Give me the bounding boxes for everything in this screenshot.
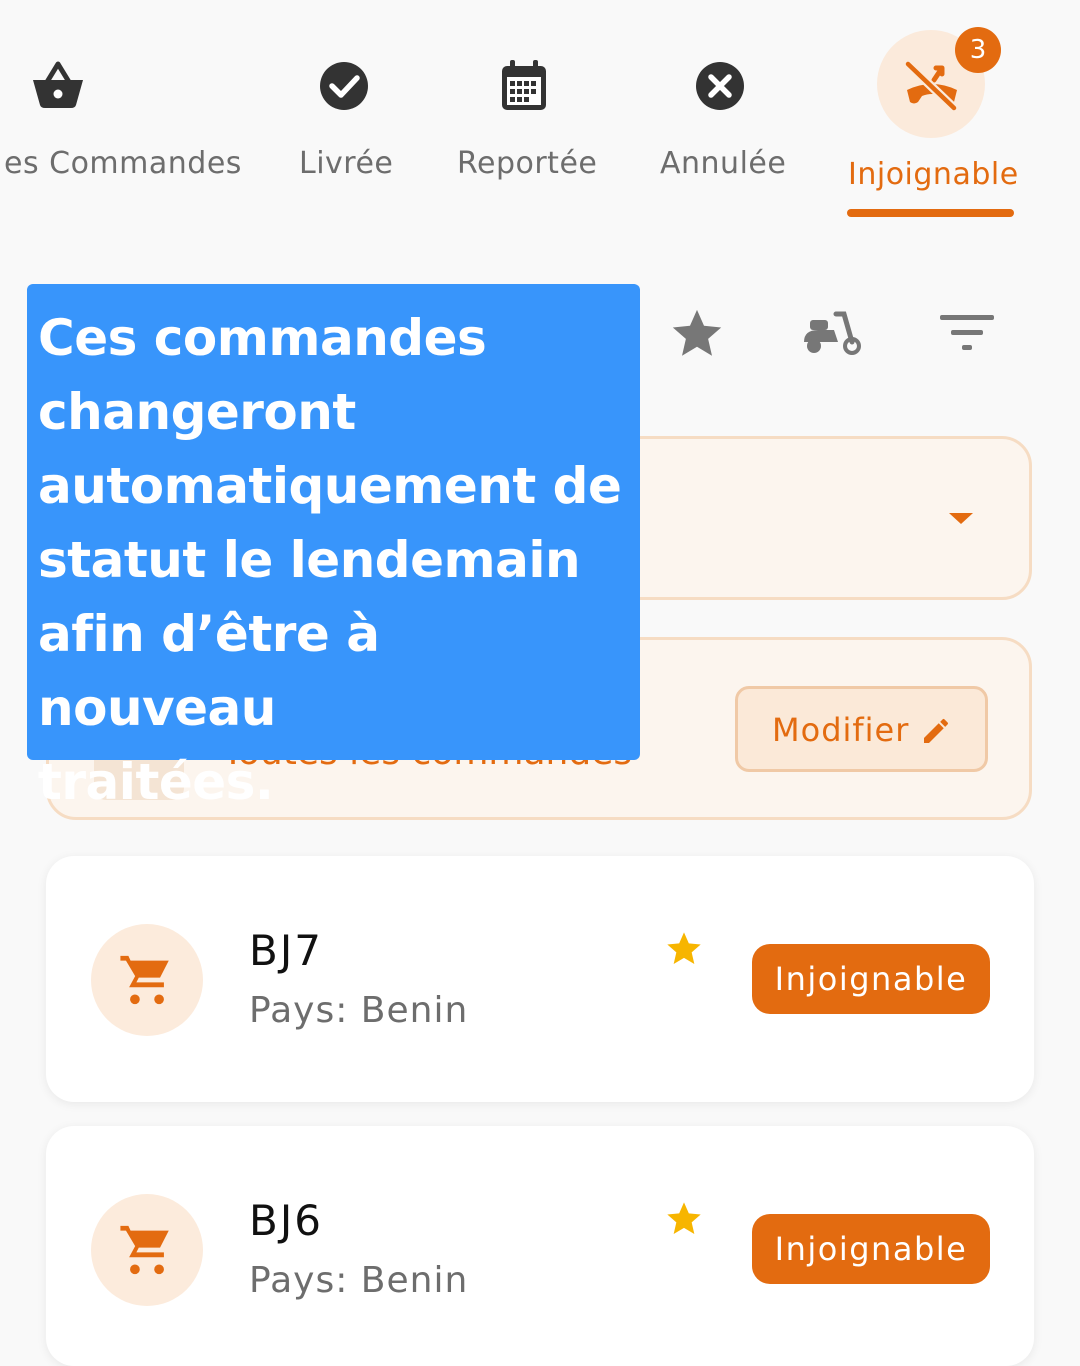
star-icon[interactable] xyxy=(664,929,704,969)
tooltip-line: changeront xyxy=(38,383,356,441)
star-icon[interactable] xyxy=(664,1199,704,1239)
chevron-down-icon[interactable] xyxy=(949,513,973,524)
tab-label: Reportée xyxy=(457,146,598,181)
order-country: Pays: Benin xyxy=(249,990,469,1031)
basket-icon xyxy=(33,61,83,108)
order-card[interactable]: BJ7 Pays: Benin Injoignable xyxy=(46,856,1034,1102)
tab-injoignable[interactable]: 3 Injoignable xyxy=(830,0,1030,230)
check-circle-icon xyxy=(320,62,368,110)
status-badge[interactable]: Injoignable xyxy=(752,1214,990,1284)
active-tab-underline xyxy=(847,209,1014,217)
tab-label: Livrée xyxy=(299,146,394,181)
filter-icon[interactable] xyxy=(940,313,994,353)
cart-icon xyxy=(120,955,169,1005)
order-avatar xyxy=(91,1194,203,1306)
info-tooltip[interactable]: Ces commandes changeront automatiquement… xyxy=(27,284,640,811)
order-card[interactable]: BJ6 Pays: Benin Injoignable xyxy=(46,1126,1034,1366)
tab-label: Injoignable xyxy=(848,157,1019,192)
order-code: BJ7 xyxy=(249,926,323,975)
star-icon[interactable] xyxy=(668,305,726,363)
tab-commandes[interactable]: es Commandes xyxy=(0,0,250,230)
calendar-icon xyxy=(502,60,546,110)
tab-livree[interactable]: Livrée xyxy=(270,0,420,230)
tooltip-line: automatiquement de xyxy=(38,457,622,515)
tab-reportee[interactable]: Reportée xyxy=(440,0,610,230)
order-code: BJ6 xyxy=(249,1196,323,1245)
status-badge[interactable]: Injoignable xyxy=(752,944,990,1014)
status-tabs: es Commandes Livrée Reportée Annulée 3 I… xyxy=(0,0,1080,230)
tab-label: es Commandes xyxy=(4,146,242,181)
modify-button-label: Modifier xyxy=(772,711,910,749)
notification-badge: 3 xyxy=(955,27,1001,73)
tooltip-line: Ces commandes xyxy=(38,309,487,367)
cancel-circle-icon xyxy=(696,62,744,110)
tooltip-line: statut le lendemain xyxy=(38,531,581,589)
scooter-icon[interactable] xyxy=(800,308,864,358)
pencil-icon xyxy=(924,718,949,743)
tab-annulee[interactable]: Annulée xyxy=(640,0,800,230)
tooltip-line: traitées. xyxy=(38,753,274,811)
cart-icon xyxy=(120,1225,169,1275)
tab-label: Annulée xyxy=(660,146,787,181)
modify-button[interactable]: Modifier xyxy=(735,686,988,772)
order-country: Pays: Benin xyxy=(249,1260,469,1301)
tooltip-line: afin d’être à nouveau xyxy=(38,605,380,737)
phone-missed-icon xyxy=(903,59,959,113)
order-avatar xyxy=(91,924,203,1036)
